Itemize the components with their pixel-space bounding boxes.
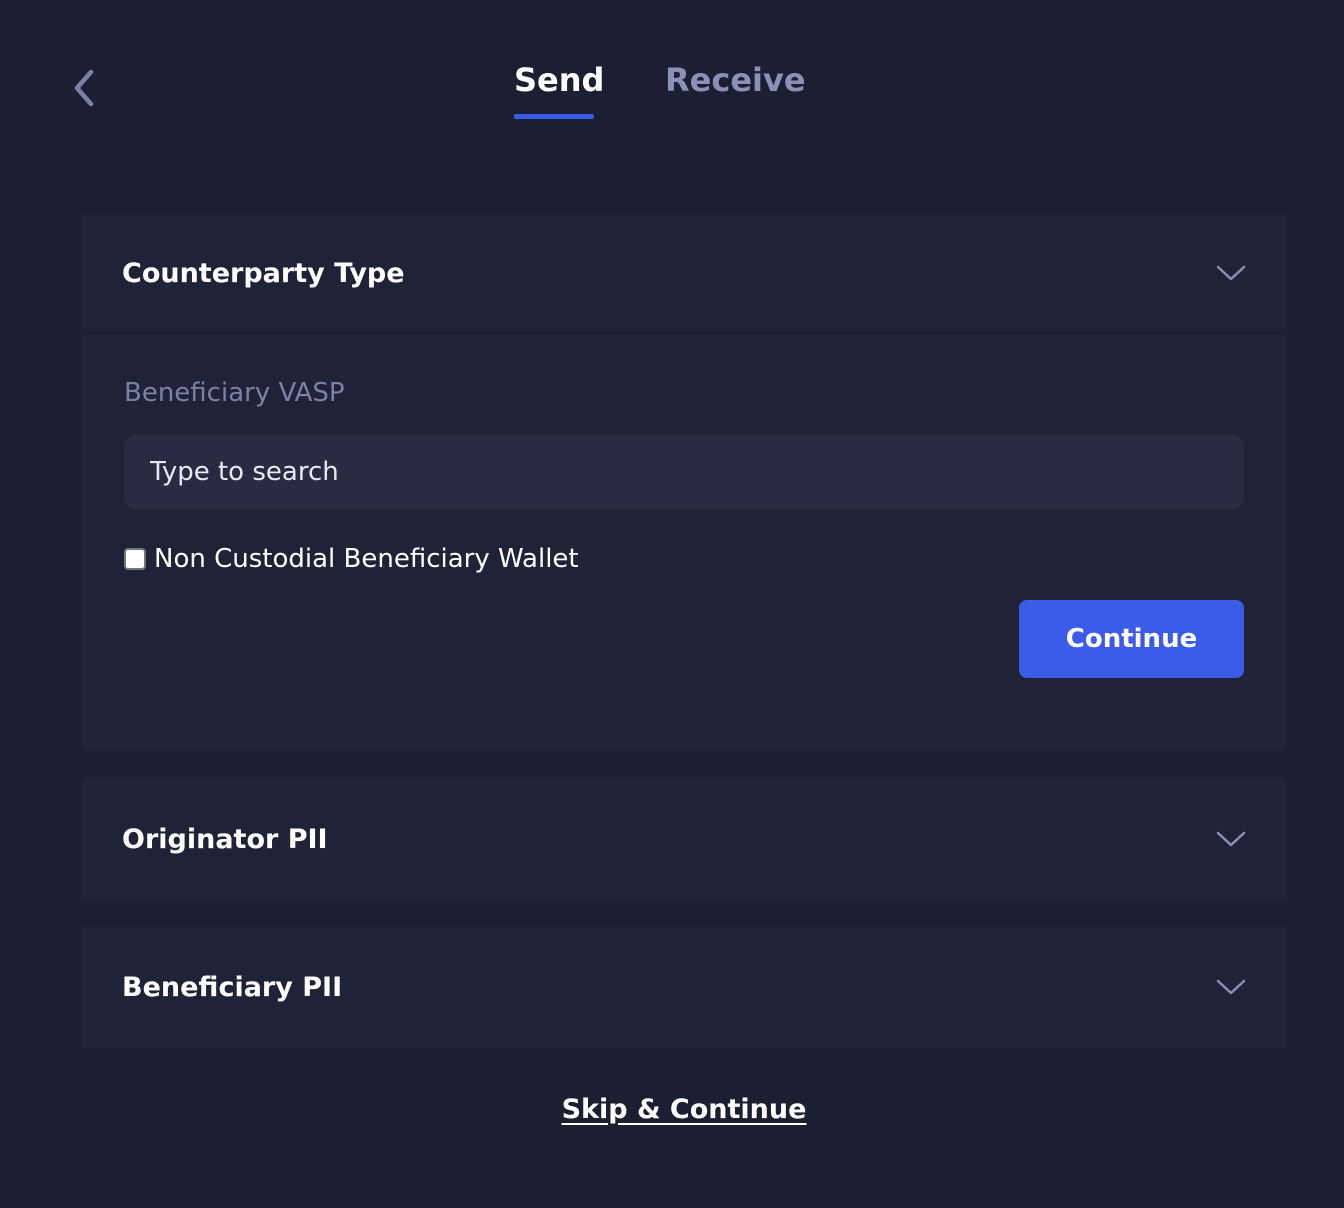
originator-pii-header[interactable]: Originator PII	[82, 778, 1286, 900]
originator-pii-title: Originator PII	[122, 823, 328, 855]
non-custodial-wallet-label: Non Custodial Beneficiary Wallet	[154, 544, 579, 574]
skip-and-continue-link[interactable]: Skip & Continue	[0, 1094, 1344, 1125]
beneficiary-vasp-search-input[interactable]	[124, 434, 1244, 510]
beneficiary-vasp-label: Beneficiary VASP	[124, 378, 345, 408]
non-custodial-wallet-option[interactable]: Non Custodial Beneficiary Wallet	[124, 544, 579, 574]
non-custodial-wallet-checkbox[interactable]	[124, 548, 146, 570]
beneficiary-pii-title: Beneficiary PII	[122, 971, 343, 1003]
chevron-down-icon[interactable]	[1216, 830, 1246, 848]
beneficiary-pii-header[interactable]: Beneficiary PII	[82, 926, 1286, 1048]
chevron-down-icon[interactable]	[1216, 978, 1246, 996]
originator-pii-panel: Originator PII	[82, 778, 1286, 900]
counterparty-type-panel: Counterparty Type Beneficiary VASP Non C…	[82, 214, 1286, 750]
active-tab-indicator	[514, 114, 594, 119]
counterparty-type-header[interactable]: Counterparty Type	[82, 214, 1286, 334]
chevron-down-icon[interactable]	[1216, 264, 1246, 282]
continue-button[interactable]: Continue	[1019, 600, 1244, 678]
counterparty-type-title: Counterparty Type	[122, 257, 405, 289]
tab-receive[interactable]: Receive	[665, 54, 806, 106]
tab-bar: Send Receive	[0, 54, 1344, 124]
beneficiary-pii-panel: Beneficiary PII	[82, 926, 1286, 1048]
tab-send[interactable]: Send	[514, 54, 604, 106]
